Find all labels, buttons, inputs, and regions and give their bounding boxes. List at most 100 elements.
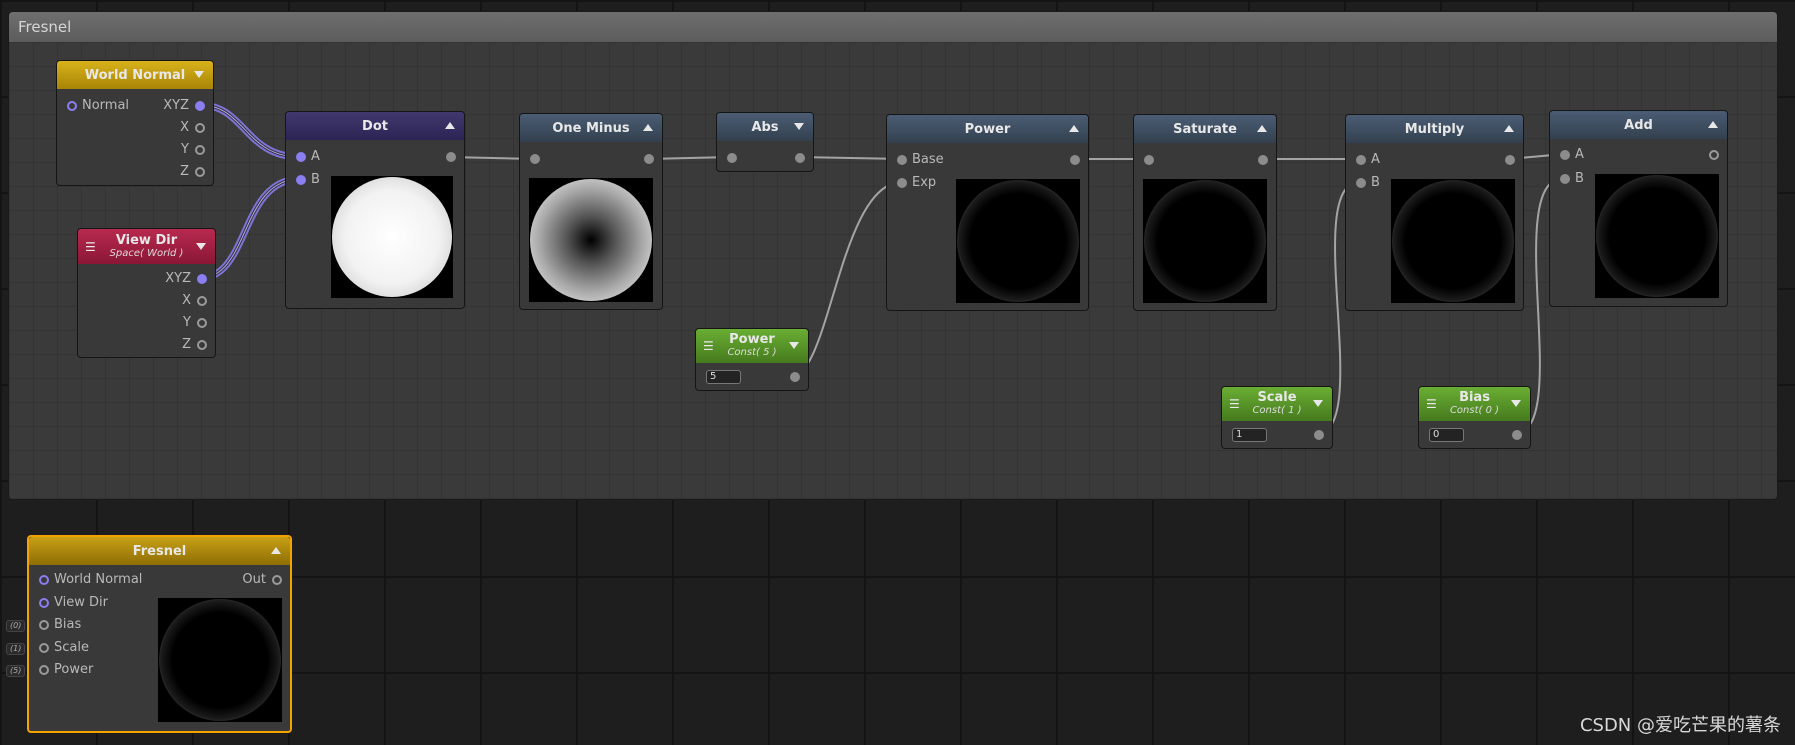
dropdown-arrow-icon[interactable] [789, 342, 799, 349]
port-z-out[interactable] [195, 167, 205, 177]
value-field[interactable]: 0 [1429, 428, 1464, 442]
node-header[interactable]: ☰ Scale Const( 1 ) [1222, 387, 1332, 421]
node-title: Power [729, 332, 775, 347]
collapse-arrow-icon[interactable] [643, 124, 653, 131]
port-b-in[interactable] [1356, 178, 1366, 188]
port-scale-in[interactable] [39, 643, 49, 653]
port-xyz-out[interactable] [195, 101, 205, 111]
port-out[interactable] [1314, 430, 1324, 440]
collapse-arrow-icon[interactable] [271, 547, 281, 554]
port-out[interactable] [1258, 155, 1268, 165]
port-z-out[interactable] [197, 340, 207, 350]
abs-node[interactable]: Abs [716, 112, 814, 172]
collapse-arrow-icon[interactable] [1069, 125, 1079, 132]
menu-icon[interactable]: ☰ [1426, 398, 1437, 410]
port-label: A [1575, 147, 1584, 162]
port-y-out[interactable] [197, 318, 207, 328]
view-dir-node[interactable]: ☰ View Dir Space( World ) XYZ X Y Z [77, 228, 216, 358]
bias-const-node[interactable]: ☰ Bias Const( 0 ) 0 [1418, 386, 1531, 449]
node-header[interactable]: ☰ Power Const( 5 ) [696, 329, 808, 363]
node-header[interactable]: Abs [717, 113, 813, 141]
node-header[interactable]: One Minus [520, 114, 662, 142]
value-field[interactable]: 5 [706, 370, 741, 384]
port-a-in[interactable] [296, 152, 306, 162]
port-in[interactable] [530, 154, 540, 164]
value-field[interactable]: 1 [1232, 428, 1267, 442]
multiply-node[interactable]: Multiply A B [1345, 114, 1524, 311]
dropdown-arrow-icon[interactable] [1313, 400, 1323, 407]
port-normal-in[interactable] [67, 101, 77, 111]
port-out[interactable] [272, 575, 282, 585]
port-out[interactable] [790, 372, 800, 382]
port-b-in[interactable] [296, 175, 306, 185]
port-label: World Normal [54, 572, 143, 587]
node-title: Add [1624, 117, 1653, 133]
node-header[interactable]: ☰ Bias Const( 0 ) [1419, 387, 1530, 421]
port-out[interactable] [1709, 150, 1719, 160]
port-label: Z [182, 337, 191, 352]
dot-node[interactable]: Dot A B [285, 111, 465, 309]
port-in[interactable] [1144, 155, 1154, 165]
port-y-out[interactable] [195, 145, 205, 155]
node-header[interactable]: ☰ View Dir Space( World ) [78, 229, 215, 264]
node-header[interactable]: Saturate [1134, 115, 1276, 143]
port-out[interactable] [644, 154, 654, 164]
menu-icon[interactable]: ☰ [85, 241, 96, 253]
collapse-arrow-icon[interactable] [1708, 121, 1718, 128]
node-header[interactable]: Add [1550, 111, 1727, 139]
collapse-arrow-icon[interactable] [445, 122, 455, 129]
port-bias-in[interactable] [39, 620, 49, 630]
menu-icon[interactable]: ☰ [1229, 398, 1240, 410]
dropdown-arrow-icon[interactable] [194, 71, 204, 78]
port-out[interactable] [1505, 155, 1515, 165]
collapse-arrow-icon[interactable] [1257, 125, 1267, 132]
port-label: Out [242, 572, 266, 587]
node-header[interactable]: Dot [286, 112, 464, 140]
node-header[interactable]: World Normal [57, 61, 213, 89]
port-x-out[interactable] [195, 123, 205, 133]
dropdown-arrow-icon[interactable] [794, 123, 804, 130]
port-b-in[interactable] [1560, 174, 1570, 184]
port-label: B [1575, 171, 1584, 186]
port-power-in[interactable] [39, 665, 49, 675]
port-exp-in[interactable] [897, 178, 907, 188]
port-viewdir-in[interactable] [39, 598, 49, 608]
saturate-node[interactable]: Saturate [1133, 114, 1277, 311]
port-a-in[interactable] [1356, 155, 1366, 165]
port-label: Power [54, 662, 94, 677]
node-title: Dot [362, 118, 388, 134]
preview-image [331, 176, 453, 298]
preview-image [1391, 179, 1515, 303]
one-minus-node[interactable]: One Minus [519, 113, 663, 310]
collapse-arrow-icon[interactable] [1504, 125, 1514, 132]
preview-image [1143, 179, 1267, 303]
scale-const-node[interactable]: ☰ Scale Const( 1 ) 1 [1221, 386, 1333, 449]
port-x-out[interactable] [197, 296, 207, 306]
port-a-in[interactable] [1560, 150, 1570, 160]
port-worldnormal-in[interactable] [39, 575, 49, 585]
add-node[interactable]: Add A B [1549, 110, 1728, 307]
node-title: Fresnel [132, 543, 187, 559]
fresnel-function-node[interactable]: Fresnel World Normal View Dir Bias Scale… [27, 535, 292, 733]
port-in[interactable] [727, 153, 737, 163]
node-header[interactable]: Fresnel [29, 537, 290, 565]
preview-image [1595, 174, 1719, 298]
port-out[interactable] [1070, 155, 1080, 165]
port-out[interactable] [446, 152, 456, 162]
node-header[interactable]: Multiply [1346, 115, 1523, 143]
dropdown-arrow-icon[interactable] [196, 243, 206, 250]
menu-icon[interactable]: ☰ [703, 340, 714, 352]
node-title: Multiply [1404, 121, 1465, 137]
node-header[interactable]: Power [887, 115, 1088, 143]
power-const-node[interactable]: ☰ Power Const( 5 ) 5 [695, 328, 809, 391]
port-out[interactable] [1512, 430, 1522, 440]
group-title[interactable]: Fresnel [9, 12, 1777, 42]
power-node[interactable]: Power Base Exp [886, 114, 1089, 311]
preview-image [529, 178, 653, 302]
port-base-in[interactable] [897, 155, 907, 165]
world-normal-node[interactable]: World Normal Normal XYZ X Y Z [56, 60, 214, 186]
dropdown-arrow-icon[interactable] [1511, 400, 1521, 407]
port-xyz-out[interactable] [197, 274, 207, 284]
node-subtitle: Const( 1 ) [1252, 405, 1302, 416]
port-out[interactable] [795, 153, 805, 163]
